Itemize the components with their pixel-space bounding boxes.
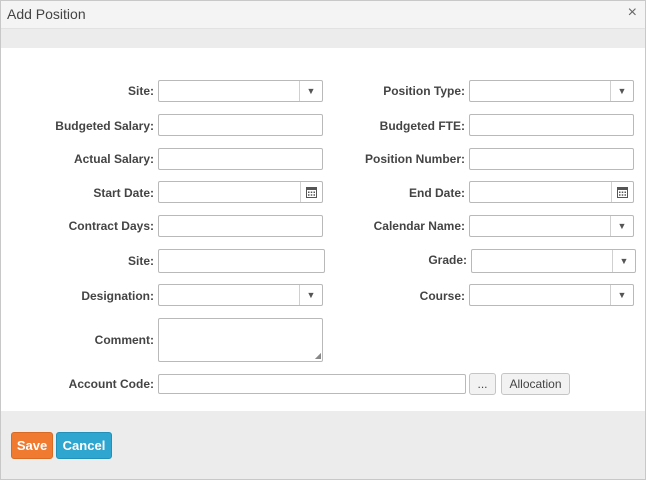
contract-days-label: Contract Days: — [68, 219, 154, 233]
comment-textarea[interactable]: ◢ — [158, 318, 323, 362]
designation-select[interactable]: ▼ — [158, 284, 323, 306]
budgeted-fte-label: Budgeted FTE: — [379, 119, 465, 133]
allocation-button[interactable]: Allocation — [501, 373, 570, 395]
calendar-name-select[interactable]: ▼ — [469, 215, 634, 237]
add-position-dialog: Add Position × Site: ▼ Position Type: ▼ … — [0, 0, 646, 480]
dialog-footer: Save Cancel — [1, 411, 645, 479]
account-code-input[interactable] — [158, 374, 466, 394]
site-secondary-input[interactable] — [158, 249, 325, 273]
chevron-down-icon[interactable]: ▼ — [610, 285, 633, 305]
cancel-button[interactable]: Cancel — [56, 432, 112, 459]
calendar-icon[interactable] — [300, 182, 322, 202]
dialog-subbar — [1, 29, 645, 48]
end-date-label: End Date: — [408, 186, 465, 200]
save-button[interactable]: Save — [11, 432, 53, 459]
chevron-down-icon[interactable]: ▼ — [610, 216, 633, 236]
calendar-name-label: Calendar Name: — [373, 219, 465, 233]
account-code-lookup-button[interactable]: ... — [469, 373, 496, 395]
chevron-down-icon[interactable]: ▼ — [299, 285, 322, 305]
contract-days-input[interactable] — [158, 215, 323, 237]
dialog-titlebar[interactable]: Add Position × — [1, 1, 645, 29]
start-date-input[interactable] — [158, 181, 323, 203]
course-select[interactable]: ▼ — [469, 284, 634, 306]
budgeted-salary-label: Budgeted Salary: — [55, 119, 154, 133]
position-number-input[interactable] — [469, 148, 634, 170]
actual-salary-input[interactable] — [158, 148, 323, 170]
close-icon[interactable]: × — [628, 5, 637, 21]
comment-label: Comment: — [94, 333, 154, 347]
budgeted-salary-input[interactable] — [158, 114, 323, 136]
site-secondary-label: Site: — [127, 254, 154, 268]
position-type-select[interactable]: ▼ — [469, 80, 634, 102]
budgeted-fte-input[interactable] — [469, 114, 634, 136]
end-date-input[interactable] — [469, 181, 634, 203]
resize-grip-icon[interactable]: ◢ — [315, 352, 321, 360]
chevron-down-icon[interactable]: ▼ — [612, 250, 635, 272]
course-label: Course: — [419, 289, 465, 303]
grade-label: Grade: — [428, 253, 467, 267]
chevron-down-icon[interactable]: ▼ — [610, 81, 633, 101]
chevron-down-icon[interactable]: ▼ — [299, 81, 322, 101]
position-type-label: Position Type: — [383, 84, 465, 98]
actual-salary-label: Actual Salary: — [73, 152, 154, 166]
site-label: Site: — [127, 84, 154, 98]
calendar-icon[interactable] — [611, 182, 633, 202]
grade-select[interactable]: ▼ — [471, 249, 636, 273]
account-code-label: Account Code: — [68, 377, 154, 391]
position-number-label: Position Number: — [364, 152, 465, 166]
designation-label: Designation: — [81, 289, 154, 303]
site-select[interactable]: ▼ — [158, 80, 323, 102]
dialog-title: Add Position — [7, 6, 86, 22]
start-date-label: Start Date: — [93, 186, 154, 200]
